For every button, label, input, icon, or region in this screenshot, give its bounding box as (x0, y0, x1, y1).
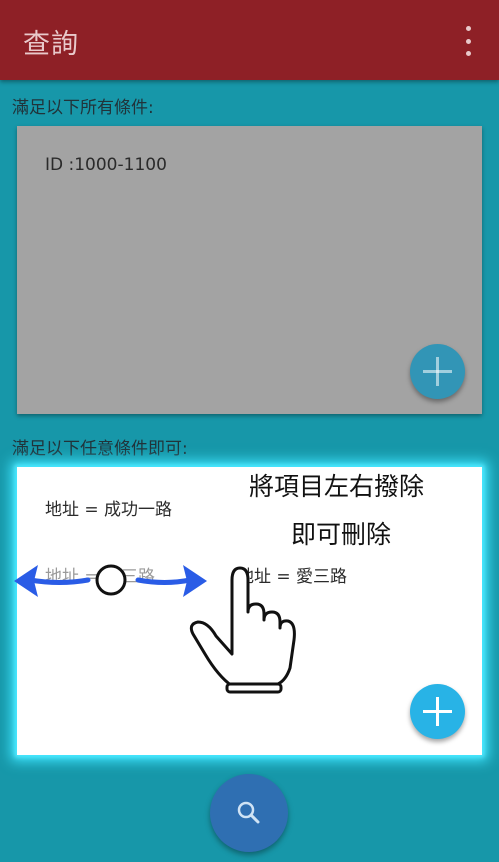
touch-point-icon (95, 564, 127, 596)
swipe-gesture-overlay (14, 564, 296, 694)
search-icon (237, 801, 260, 824)
swipe-left-arrow-icon (14, 565, 91, 597)
swipe-right-arrow-icon (135, 565, 207, 597)
pointing-hand-icon (189, 566, 296, 694)
search-button[interactable] (210, 774, 288, 852)
